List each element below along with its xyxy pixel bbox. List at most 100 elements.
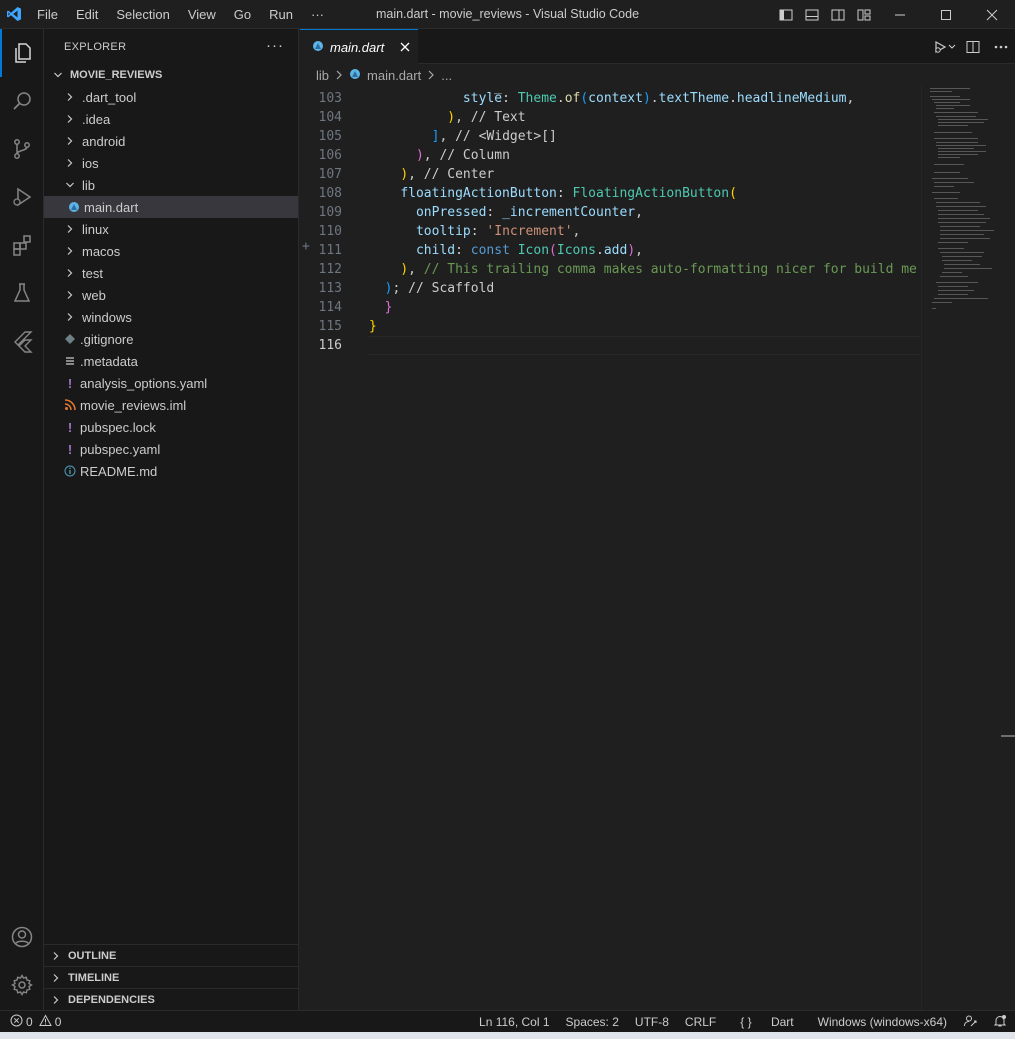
error-icon bbox=[10, 1014, 23, 1030]
line-ending[interactable]: CRLF bbox=[677, 1015, 724, 1029]
explorer-more-actions[interactable]: ··· bbox=[266, 37, 284, 54]
menu-edit[interactable]: Edit bbox=[67, 0, 107, 29]
folder-item[interactable]: android bbox=[44, 130, 298, 152]
code-token: ) bbox=[400, 167, 409, 182]
line-number: 116 bbox=[318, 338, 342, 353]
code-token: : bbox=[486, 205, 503, 220]
code-token: // Column bbox=[439, 148, 510, 163]
settings-gear-icon[interactable] bbox=[0, 961, 44, 1009]
section-timeline[interactable]: TIMELINE bbox=[44, 966, 299, 988]
code-token: _incrementCounter bbox=[502, 205, 636, 220]
language-mode[interactable]: { } Dart bbox=[724, 1015, 809, 1029]
extensions-icon[interactable] bbox=[0, 221, 44, 269]
minimap[interactable] bbox=[921, 86, 1001, 1010]
file-item[interactable]: ! pubspec.yaml bbox=[44, 438, 298, 460]
section-outline[interactable]: OUTLINE bbox=[44, 944, 299, 966]
text-file-icon bbox=[62, 355, 78, 367]
tab-main-dart[interactable]: main.dart bbox=[300, 29, 418, 64]
toggle-primary-sidebar-icon[interactable] bbox=[773, 0, 799, 29]
file-item[interactable]: main.dart bbox=[44, 196, 298, 218]
menu-go[interactable]: Go bbox=[225, 0, 260, 29]
section-dependencies[interactable]: DEPENDENCIES bbox=[44, 988, 299, 1010]
code-token: Icons bbox=[556, 243, 597, 258]
testing-icon[interactable] bbox=[0, 269, 44, 317]
folder-item[interactable]: macos bbox=[44, 240, 298, 262]
feedback-icon[interactable] bbox=[955, 1014, 985, 1031]
workspace-root-label: MOVIE_REVIEWS bbox=[70, 69, 163, 81]
line-number: 103 bbox=[318, 91, 342, 106]
customize-layout-icon[interactable] bbox=[851, 0, 877, 29]
close-window-icon[interactable] bbox=[969, 0, 1015, 29]
folder-item[interactable]: .dart_tool bbox=[44, 86, 298, 108]
folder-item[interactable]: linux bbox=[44, 218, 298, 240]
folder-item[interactable]: test bbox=[44, 262, 298, 284]
title-bar: File Edit Selection View Go Run ··· main… bbox=[0, 0, 1015, 29]
file-item[interactable]: .gitignore bbox=[44, 328, 298, 350]
folder-item[interactable]: .idea bbox=[44, 108, 298, 130]
tree-item-label: linux bbox=[82, 221, 109, 237]
toggle-panel-icon[interactable] bbox=[799, 0, 825, 29]
folder-item[interactable]: windows bbox=[44, 306, 298, 328]
chevron-right-icon bbox=[62, 246, 78, 256]
explorer-header: EXPLORER ··· bbox=[44, 29, 298, 64]
menu-selection[interactable]: Selection bbox=[107, 0, 178, 29]
source-control-icon[interactable] bbox=[0, 125, 44, 173]
code-token: // Text bbox=[470, 110, 526, 125]
close-tab-icon[interactable] bbox=[400, 40, 410, 55]
notifications-bell-icon[interactable] bbox=[985, 1014, 1015, 1031]
workspace-root[interactable]: MOVIE_REVIEWS bbox=[44, 64, 298, 86]
line-code: onPressed: _incrementCounter, bbox=[369, 203, 643, 222]
encoding[interactable]: UTF-8 bbox=[627, 1015, 677, 1029]
tree-item-label: .idea bbox=[82, 111, 111, 127]
menu-more[interactable]: ··· bbox=[302, 0, 333, 29]
explorer-icon[interactable] bbox=[0, 29, 44, 77]
folder-item[interactable]: web bbox=[44, 284, 298, 306]
status-bar: 0 0 Ln 116, Col 1 Spaces: 2 UTF-8 CRLF {… bbox=[0, 1010, 1015, 1032]
yaml-file-icon: ! bbox=[67, 441, 73, 457]
problems-indicator[interactable]: 0 0 bbox=[0, 1013, 61, 1030]
menu-run[interactable]: Run bbox=[260, 0, 302, 29]
code-token: : bbox=[455, 243, 471, 258]
folder-item[interactable]: ios bbox=[44, 152, 298, 174]
code-token: ) bbox=[415, 148, 424, 163]
search-icon[interactable] bbox=[0, 77, 44, 125]
line-code: } bbox=[369, 317, 377, 336]
target-platform[interactable]: Windows (windows-x64) bbox=[810, 1015, 955, 1029]
maximize-icon[interactable] bbox=[923, 0, 969, 29]
file-item[interactable]: README.md bbox=[44, 460, 298, 482]
menu-file[interactable]: File bbox=[28, 0, 67, 29]
editor-more-actions-icon[interactable] bbox=[987, 29, 1015, 64]
line-number: 115 bbox=[318, 319, 342, 334]
file-item[interactable]: .metadata bbox=[44, 350, 298, 372]
code-token: headlineMedium bbox=[736, 91, 847, 106]
toggle-secondary-sidebar-icon[interactable] bbox=[825, 0, 851, 29]
section-dependencies-label: DEPENDENCIES bbox=[68, 993, 155, 1006]
minimize-icon[interactable] bbox=[877, 0, 923, 29]
vscode-logo-icon bbox=[0, 0, 28, 29]
cursor-position[interactable]: Ln 116, Col 1 bbox=[471, 1015, 558, 1029]
code-line: 109 onPressed: _incrementCounter, bbox=[300, 203, 921, 222]
file-item[interactable]: ! analysis_options.yaml bbox=[44, 372, 298, 394]
code-token: ) bbox=[642, 91, 651, 106]
file-item[interactable]: ! pubspec.lock bbox=[44, 416, 298, 438]
line-number: 109 bbox=[318, 205, 342, 220]
folder-item[interactable]: lib bbox=[44, 174, 298, 196]
code-token: // This trailing comma makes auto-format… bbox=[423, 262, 917, 277]
run-debug-icon[interactable] bbox=[0, 173, 44, 221]
code-token: : bbox=[470, 224, 487, 239]
vertical-scrollbar[interactable] bbox=[1001, 86, 1015, 1010]
split-editor-icon[interactable] bbox=[959, 29, 987, 64]
menu-view[interactable]: View bbox=[179, 0, 225, 29]
indentation[interactable]: Spaces: 2 bbox=[558, 1015, 627, 1029]
line-number: 107 bbox=[318, 167, 342, 182]
code-editor[interactable]: _ + 103 style: Theme.of(context).textThe… bbox=[300, 80, 921, 1010]
flutter-icon[interactable] bbox=[0, 317, 44, 365]
file-item[interactable]: movie_reviews.iml bbox=[44, 394, 298, 416]
accounts-icon[interactable] bbox=[0, 913, 44, 961]
code-line: 115} bbox=[300, 317, 921, 336]
run-debug-dropdown-icon[interactable] bbox=[931, 29, 959, 64]
code-token: Theme bbox=[517, 91, 557, 106]
code-line: 110 tooltip: 'Increment', bbox=[300, 222, 921, 241]
